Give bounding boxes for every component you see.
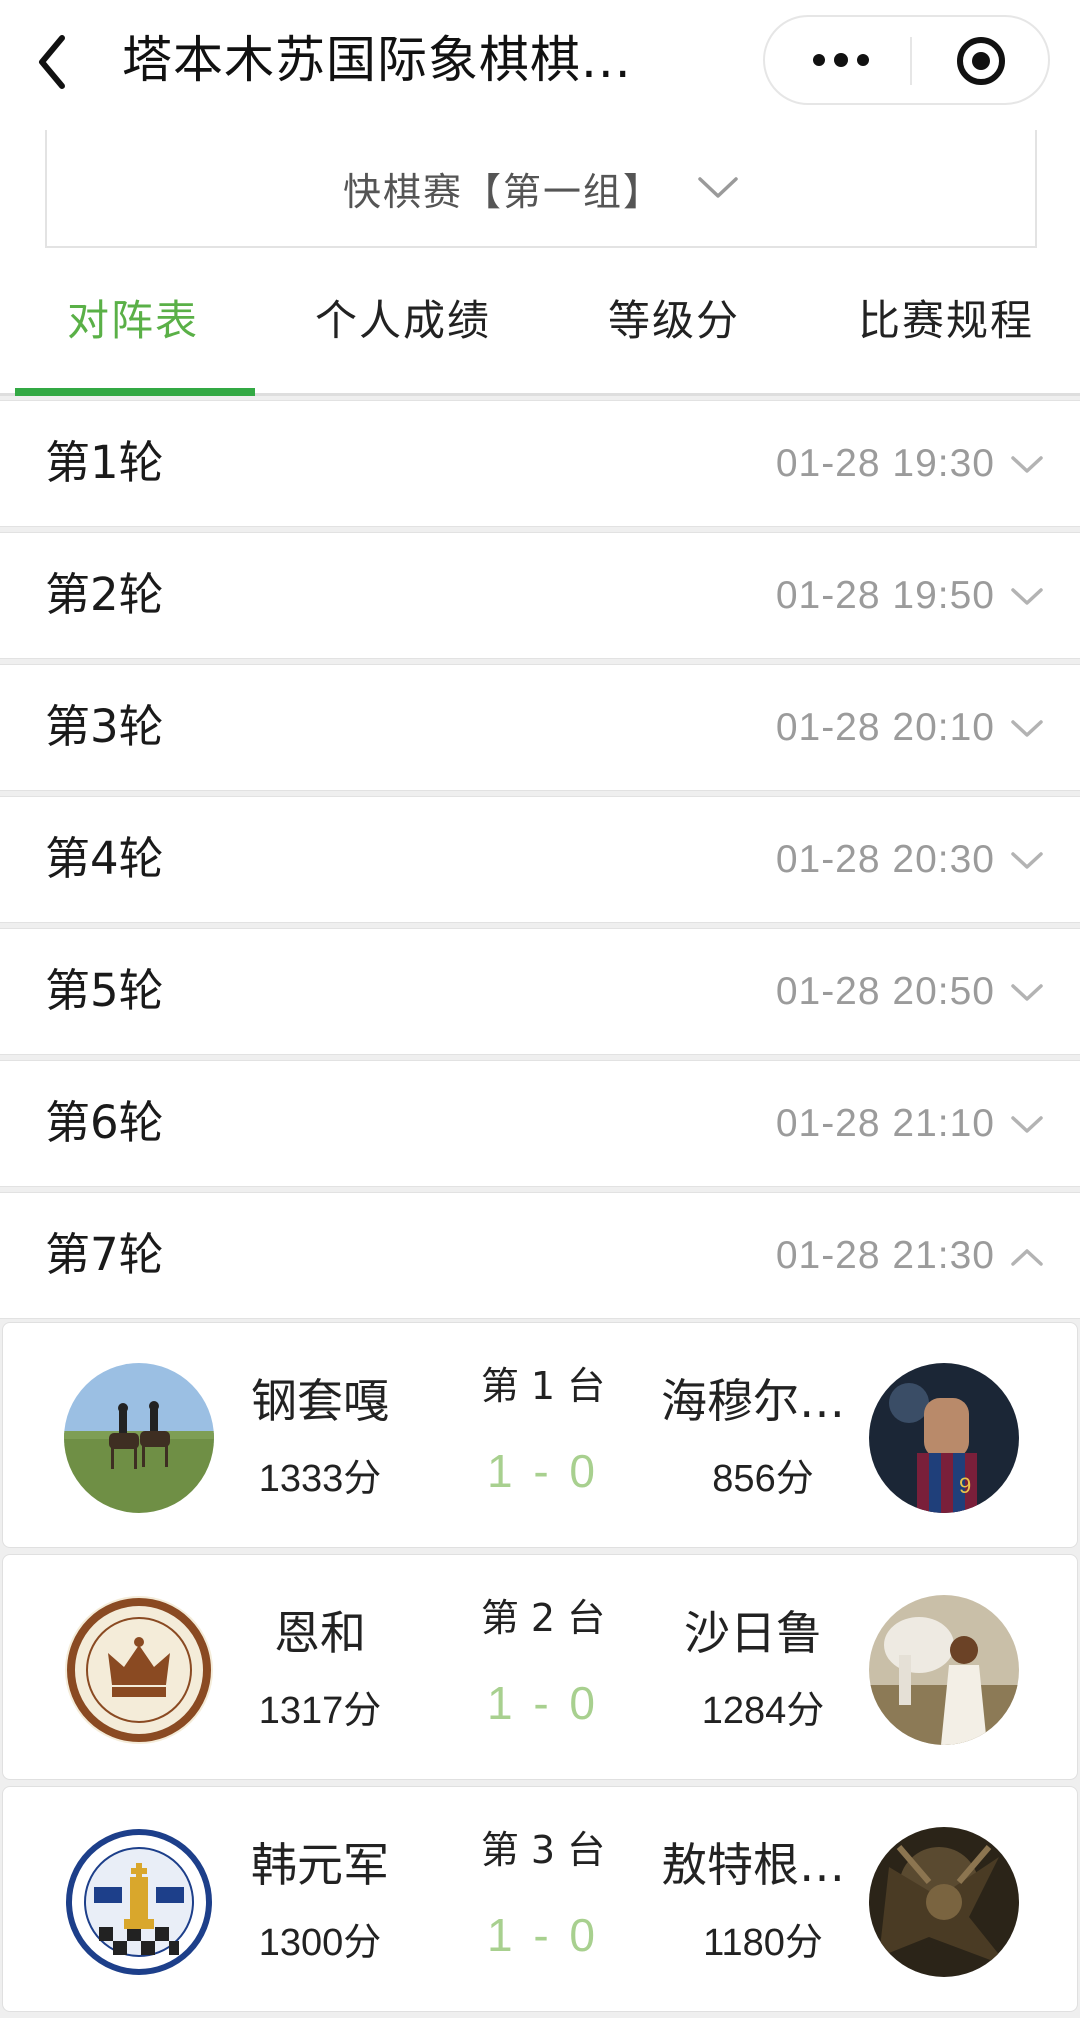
white-player-score: 1317分 [258, 1690, 382, 1732]
chevron-down-icon [1011, 456, 1043, 473]
round-name: 第3轮 [45, 700, 164, 753]
tab-bar: 对阵表 个人成绩 等级分 比赛规程 [0, 265, 1080, 396]
match-result: 1 - 0 [486, 1445, 600, 1497]
back-button[interactable] [32, 22, 92, 102]
match-card[interactable]: 韩元军 1300分 第 3 台 1 - 0 敖特根… 1180分 [2, 1786, 1078, 2012]
round-name: 第2轮 [45, 568, 164, 621]
round-row-1[interactable]: 第1轮 01-28 19:30 [0, 400, 1080, 527]
white-player-name: 钢套嘎 [251, 1374, 389, 1428]
match-result: 1 - 0 [486, 1677, 600, 1729]
round-name: 第1轮 [45, 436, 164, 489]
round-row-3[interactable]: 第3轮 01-28 20:10 [0, 664, 1080, 791]
round-time: 01-28 21:30 [775, 1234, 995, 1277]
player-avatar-woman-with-horse-photo[interactable] [869, 1595, 1019, 1745]
player-avatar-football-player-photo[interactable]: 9 [869, 1363, 1019, 1513]
round-time: 01-28 19:50 [775, 574, 995, 617]
round-time: 01-28 20:30 [775, 838, 995, 881]
target-close-icon[interactable] [955, 35, 1007, 87]
board-number: 第 2 台 [480, 1596, 606, 1640]
round-row-5[interactable]: 第5轮 01-28 20:50 [0, 928, 1080, 1055]
match-card[interactable]: 恩和 1317分 第 2 台 1 - 0 沙日鲁 1284分 [2, 1554, 1078, 1780]
more-dots-icon[interactable] [783, 17, 898, 103]
round-row-6[interactable]: 第6轮 01-28 21:10 [0, 1060, 1080, 1187]
tab-rating[interactable]: 等级分 [608, 293, 740, 349]
player-avatar-chess-club-crown-logo[interactable] [64, 1595, 214, 1745]
round-row-7[interactable]: 第7轮 01-28 21:30 [0, 1192, 1080, 1319]
black-player-score: 856分 [712, 1458, 814, 1500]
white-player-score: 1333分 [258, 1458, 382, 1500]
white-player-name: 韩元军 [251, 1838, 389, 1892]
capsule-divider [910, 37, 912, 85]
chevron-down-icon [1011, 720, 1043, 737]
chevron-down-icon [1011, 984, 1043, 1001]
match-list: 钢套嘎 1333分 第 1 台 1 - 0 海穆尔… 856分 9 恩和 131… [0, 1322, 1080, 2018]
chevron-down-icon [1011, 1116, 1043, 1133]
round-list: 第1轮 01-28 19:30 第2轮 01-28 19:50 第3轮 01-2… [0, 400, 1080, 1324]
mini-program-capsule [763, 15, 1050, 105]
round-time: 01-28 20:10 [775, 706, 995, 749]
round-time: 01-28 21:10 [775, 1102, 995, 1145]
chevron-up-icon [1011, 1249, 1043, 1266]
black-player-name: 海穆尔… [661, 1374, 845, 1428]
board-number: 第 1 台 [480, 1364, 606, 1408]
tab-regulations[interactable]: 比赛规程 [858, 293, 1034, 349]
chevron-left-icon [39, 35, 65, 89]
round-name: 第4轮 [45, 832, 164, 885]
board-number: 第 3 台 [480, 1828, 606, 1872]
black-player-name: 敖特根… [661, 1838, 845, 1892]
chevron-down-icon [1011, 852, 1043, 869]
player-avatar-dark-fantasy-art[interactable] [869, 1827, 1019, 1977]
nav-header: 塔本木苏国际象棋棋... [0, 0, 1080, 125]
black-player-name: 沙日鲁 [684, 1606, 822, 1660]
match-result: 1 - 0 [486, 1909, 600, 1961]
round-row-4[interactable]: 第4轮 01-28 20:30 [0, 796, 1080, 923]
round-name: 第6轮 [45, 1096, 164, 1149]
white-player-name: 恩和 [274, 1606, 366, 1660]
chevron-down-icon [1011, 588, 1043, 605]
tab-individual-results[interactable]: 个人成绩 [315, 293, 491, 349]
white-player-score: 1300分 [258, 1922, 382, 1964]
round-name: 第7轮 [45, 1228, 164, 1281]
player-avatar-horse-riders-photo[interactable] [64, 1363, 214, 1513]
round-time: 01-28 19:30 [775, 442, 995, 485]
chevron-down-icon [698, 177, 738, 198]
round-row-2[interactable]: 第2轮 01-28 19:50 [0, 532, 1080, 659]
active-tab-indicator [15, 388, 255, 396]
match-card[interactable]: 钢套嘎 1333分 第 1 台 1 - 0 海穆尔… 856分 9 [2, 1322, 1078, 1548]
group-selector-label: 快棋赛【第一组】 [342, 169, 663, 214]
player-avatar-chess-king-badge-logo[interactable] [64, 1827, 214, 1977]
black-player-score: 1284分 [701, 1690, 825, 1732]
group-selector[interactable]: 快棋赛【第一组】 [45, 130, 1037, 248]
group-selector-area: 快棋赛【第一组】 [0, 125, 1080, 265]
round-name: 第5轮 [45, 964, 164, 1017]
svg-text:9: 9 [959, 1473, 971, 1498]
black-player-score: 1180分 [703, 1922, 823, 1964]
page-title: 塔本木苏国际象棋棋... [122, 31, 632, 89]
round-time: 01-28 20:50 [775, 970, 995, 1013]
tab-pairings[interactable]: 对阵表 [67, 293, 199, 349]
